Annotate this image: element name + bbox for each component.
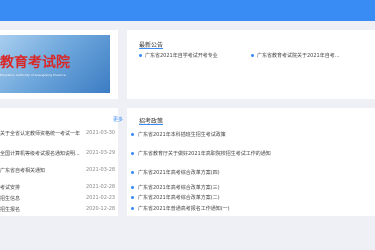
policy-item[interactable]: 广东省2021年普通高考报名工作通知(一) — [131, 205, 230, 212]
list-item-date: 2021-02-28 — [86, 184, 116, 190]
policy-tab-underline — [139, 124, 163, 125]
top-header-bar — [0, 0, 375, 21]
notice-item-text: 广东省教育考试院关于2021年自考... — [257, 53, 340, 59]
policy-item[interactable]: 广东省2021年高考综合改革方案(二) — [131, 194, 220, 201]
notice-item-text: 广东省2021年自学考试开考专业 — [145, 53, 218, 59]
banner-title: 教育考试院 — [0, 55, 70, 71]
policy-item[interactable]: 广东省2021年高考综合改革方案(四) — [131, 169, 220, 176]
list-item[interactable]: 招生报名 2020-12-28 — [0, 206, 118, 214]
notice-item[interactable]: 广东省教育考试院关于2021年自考... — [251, 52, 340, 59]
notice-item[interactable]: 广东省2021年自学考试开考专业 — [139, 52, 218, 59]
list-item[interactable]: 招生信息 2021-02-23 — [0, 195, 118, 203]
bullet-icon — [131, 186, 134, 189]
banner-subtitle: Education Authority of Guangdong Provinc… — [0, 73, 66, 77]
list-item[interactable]: 广东省自考相关通知 2021-03-28 — [0, 167, 118, 175]
list-item-date: 2021-03-28 — [86, 167, 116, 173]
policy-item-text: 广东省2021年本科插班生招生考试政策 — [138, 132, 226, 138]
banner-image[interactable]: 教育考试院 Education Authority of Guangdong P… — [0, 35, 110, 93]
policy-item[interactable]: 广东省2021年本科插班生招生考试政策 — [131, 131, 226, 138]
list-item[interactable]: 考试安排 2021-02-28 — [0, 184, 118, 192]
policy-item[interactable]: 广东省2021年高考综合改革方案(三) — [131, 184, 220, 191]
list-item-date: 2021-03-29 — [86, 150, 116, 156]
list-item-title: 招生报名 — [0, 207, 21, 213]
bullet-icon — [139, 54, 142, 57]
bullet-icon — [131, 152, 134, 155]
policy-item-text: 广东省教育厅关于做好2021年高职院校招生考试工作的通知 — [138, 151, 271, 157]
policy-item-text: 广东省2021年普通高考报名工作通知(一) — [138, 206, 230, 212]
list-item-title: 广东省自考相关通知 — [0, 168, 46, 174]
bullet-icon — [131, 196, 134, 199]
list-item-title: 全国计算机等级考试报名通知说明... — [0, 151, 80, 157]
list-item[interactable]: 关于全省认定教师资格统一考试一年级... 2021-03-30 — [0, 130, 118, 138]
policy-item-text: 广东省2021年高考综合改革方案(四) — [138, 170, 220, 176]
list-item-title: 关于全省认定教师资格统一考试一年级... — [0, 131, 80, 137]
policy-item[interactable]: 广东省教育厅关于做好2021年高职院校招生考试工作的通知 — [131, 150, 271, 157]
list-item-date: 2020-12-28 — [86, 206, 116, 212]
bullet-icon — [131, 171, 134, 174]
policy-item-text: 广东省2021年高考综合改革方案(二) — [138, 195, 220, 201]
list-item-date: 2021-02-23 — [86, 195, 116, 201]
notice-panel — [127, 30, 375, 99]
more-link[interactable]: 更多 — [113, 116, 123, 123]
list-item[interactable]: 全国计算机等级考试报名通知说明... 2021-03-29 — [0, 150, 118, 158]
list-item-title: 招生信息 — [0, 196, 21, 202]
bullet-icon — [131, 133, 134, 136]
banner-panel: 教育考试院 Education Authority of Guangdong P… — [0, 30, 118, 99]
policy-item-text: 广东省2021年高考综合改革方案(三) — [138, 185, 220, 191]
list-item-title: 考试安排 — [0, 185, 21, 191]
list-item-date: 2021-03-30 — [86, 130, 116, 136]
bullet-icon — [251, 54, 254, 57]
notice-tab-underline — [139, 48, 163, 49]
bullet-icon — [131, 207, 134, 210]
